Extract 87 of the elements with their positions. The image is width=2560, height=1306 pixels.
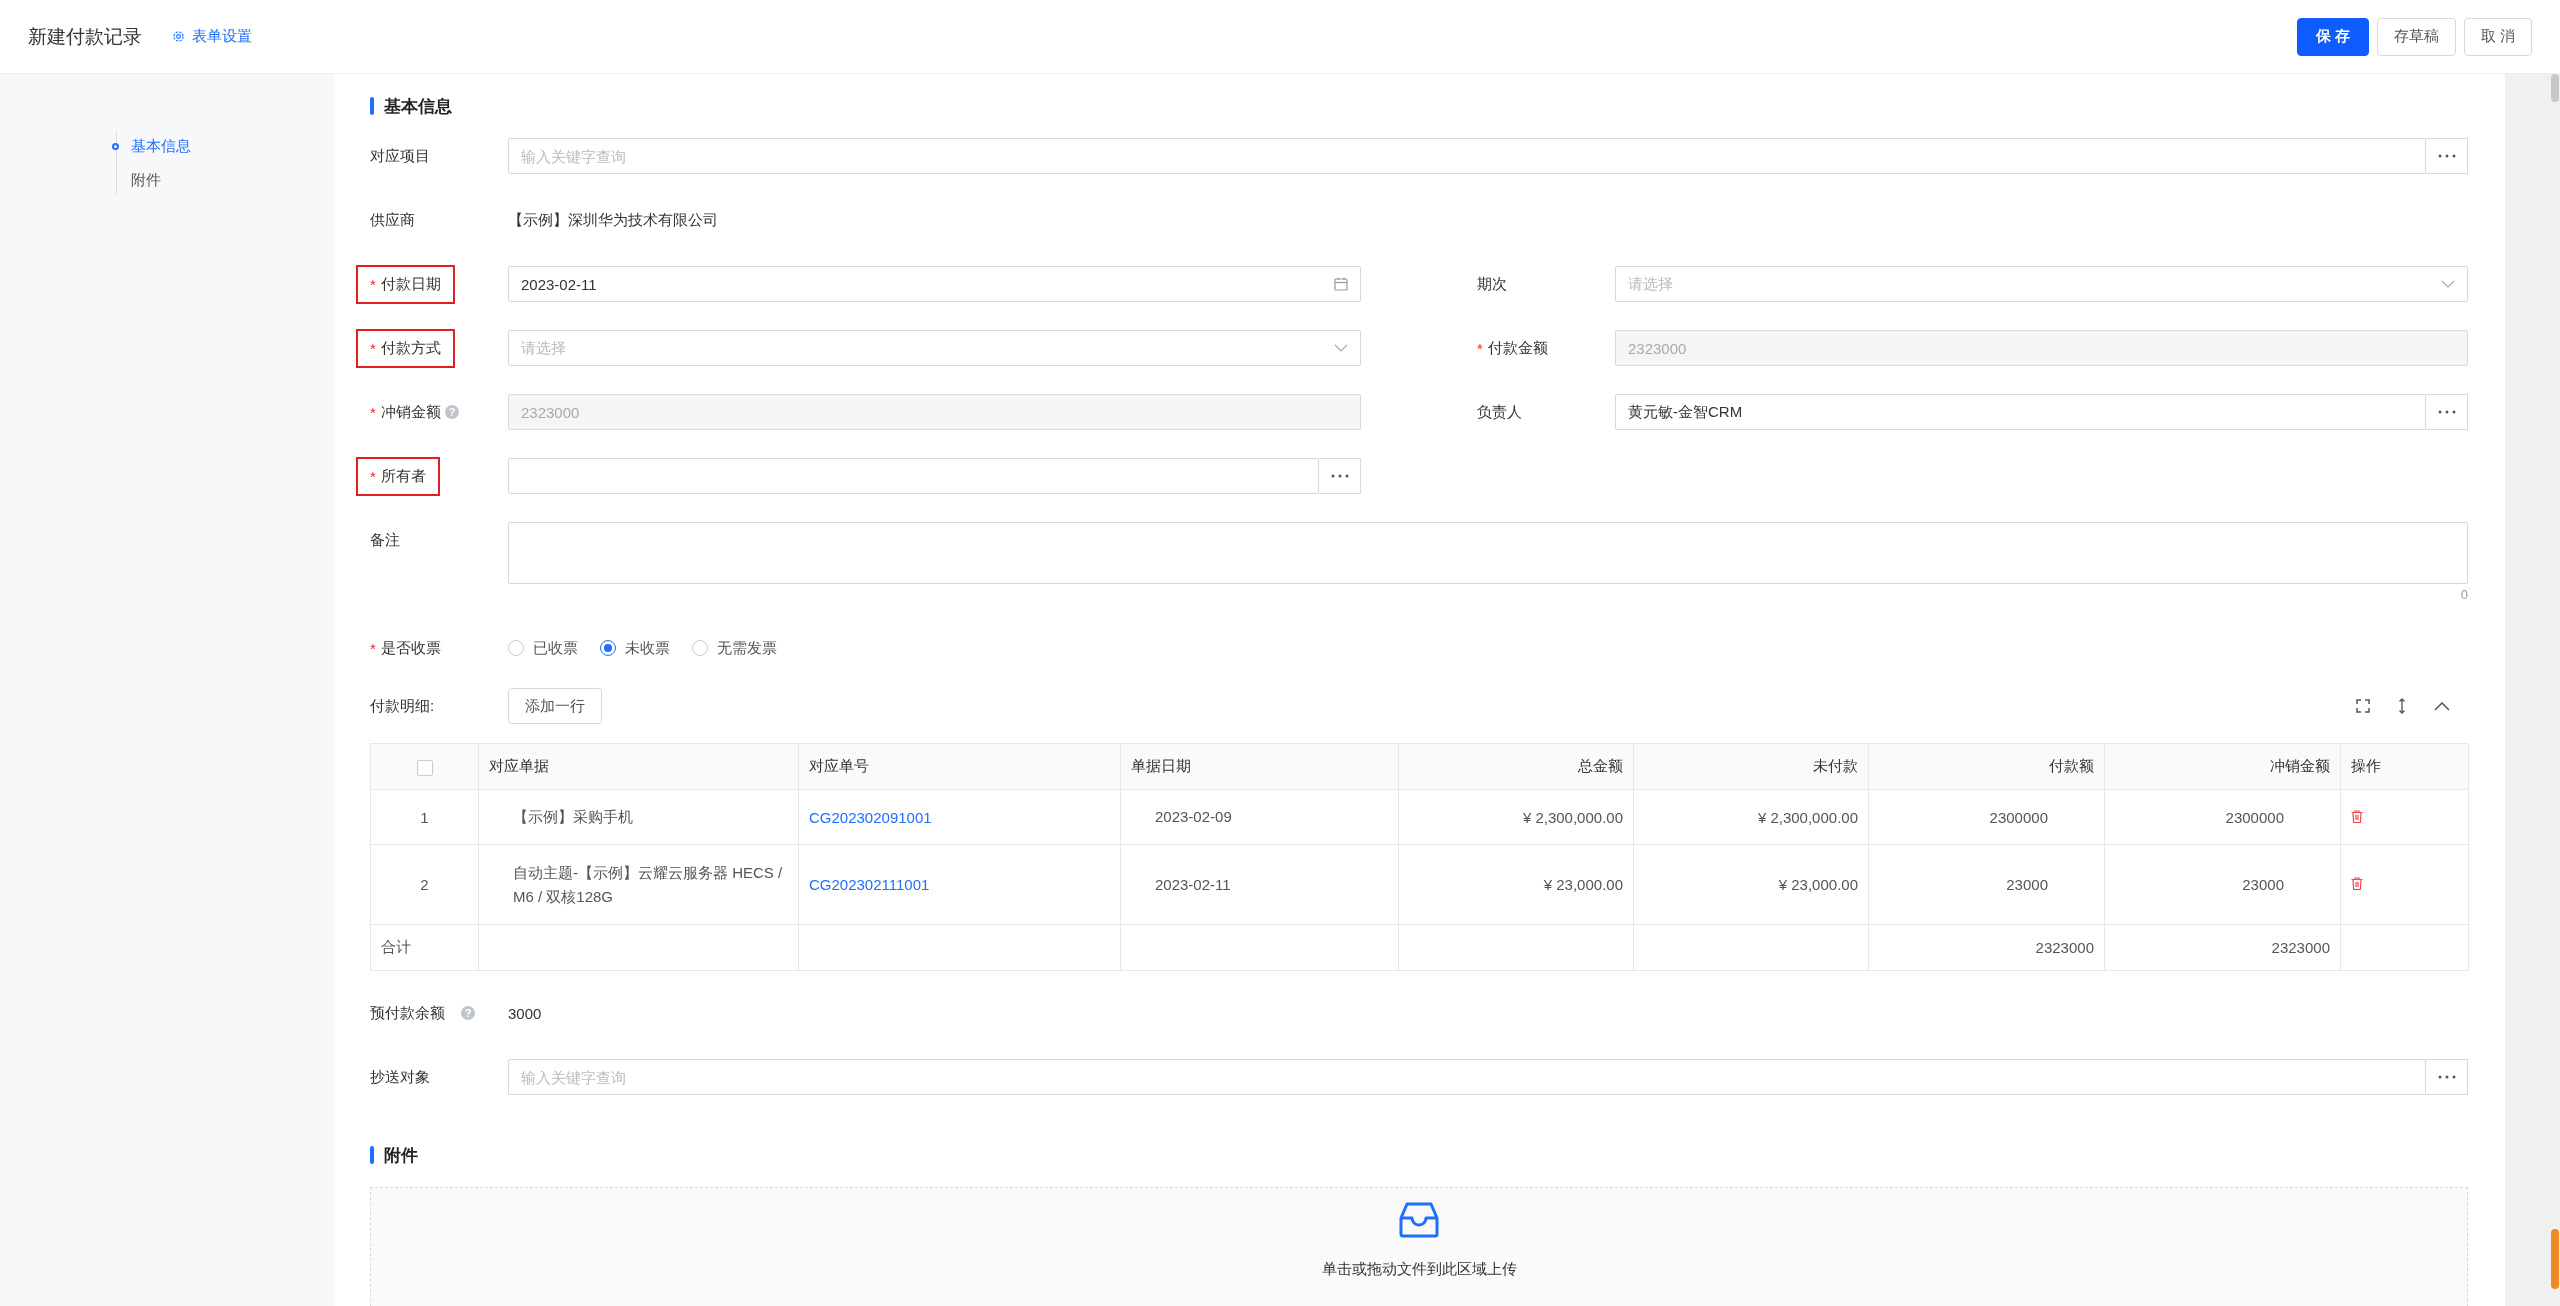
more-button[interactable] xyxy=(1319,458,1361,494)
help-icon: ? xyxy=(461,1006,476,1020)
column-header: 冲销金额 xyxy=(2270,757,2330,774)
summary-label: 合计 xyxy=(381,938,411,955)
document-date: 2023-02-11 xyxy=(1154,874,1231,895)
document-name: 【示例】采购手机 xyxy=(512,807,633,827)
column-header: 对应单据 xyxy=(489,757,549,774)
select-all-checkbox[interactable] xyxy=(416,759,433,776)
column-header: 单据日期 xyxy=(1131,757,1191,774)
page-title: 新建付款记录 xyxy=(28,24,142,49)
character-counter: 0 xyxy=(2460,587,2468,602)
calendar-icon xyxy=(1334,277,1348,291)
section-title: 基本信息 xyxy=(384,95,452,118)
column-header: 付款额 xyxy=(2049,757,2094,774)
search-field[interactable]: 输入关键字查询 xyxy=(508,1059,2426,1095)
field-label: 负责人 xyxy=(1477,402,1522,422)
more-button[interactable] xyxy=(2426,394,2468,430)
payment-amount: 2300000 xyxy=(1989,808,2048,826)
document-date: 2023-02-09 xyxy=(1154,807,1232,827)
trash-icon[interactable] xyxy=(2351,877,2363,890)
field-label: 抄送对象 xyxy=(370,1067,430,1087)
total-amount: ¥ 23,000.00 xyxy=(1543,876,1623,893)
chevron-up-icon[interactable] xyxy=(2434,701,2450,711)
form-settings-link[interactable]: 表单设置 xyxy=(172,27,252,46)
order-number-link[interactable]: CG202302111001 xyxy=(809,876,930,893)
prepaid-balance-value: 3000 xyxy=(508,1004,542,1022)
field-label: * 冲销金额 xyxy=(370,402,441,422)
field-label: 期次 xyxy=(1477,274,1507,294)
order-number-link[interactable]: CG202302091001 xyxy=(809,808,932,826)
more-icon xyxy=(2436,1075,2457,1079)
trash-icon[interactable] xyxy=(2351,809,2363,823)
scroll-indicator xyxy=(2551,1229,2559,1289)
more-icon xyxy=(2436,410,2457,414)
header-button[interactable]: 存草稿 xyxy=(2376,17,2456,56)
chevron-down-icon xyxy=(2441,280,2455,288)
unpaid-amount: ¥ 23,000.00 xyxy=(1778,876,1858,893)
payment-total: 2323000 xyxy=(2035,939,2094,956)
add-row-button[interactable]: 添加一行 xyxy=(508,688,602,724)
more-icon xyxy=(1329,474,1350,478)
field-label: * 所有者 xyxy=(356,456,440,496)
anchor-nav-item[interactable]: 附件 xyxy=(112,166,335,194)
field-label: 备注 xyxy=(370,530,400,550)
field-label: 供应商 xyxy=(370,210,415,230)
more-button[interactable] xyxy=(2426,138,2468,174)
inbox-icon xyxy=(1399,1202,1439,1238)
anchor-nav-item[interactable]: 基本信息 xyxy=(112,132,335,160)
column-header: 操作 xyxy=(2351,757,2381,774)
field-label: 对应项目 xyxy=(370,146,430,166)
picker-field[interactable]: 黄元敏-金智CRM xyxy=(1615,394,2426,430)
document-name: 自动主题-【示例】云耀云服务器 HECS / M6 / 双核128G xyxy=(512,862,784,907)
radio-option[interactable]: 无需发票 xyxy=(692,638,777,658)
picker-field[interactable] xyxy=(508,458,1319,494)
header-button[interactable]: 取 消 xyxy=(2463,17,2532,56)
table-label: 付款明细: xyxy=(370,696,436,716)
write-off-total: 2323000 xyxy=(2271,939,2330,956)
total-amount: ¥ 2,300,000.00 xyxy=(1522,808,1623,826)
more-icon xyxy=(2436,154,2457,158)
field-label: * 是否收票 xyxy=(370,638,441,658)
radio-option[interactable]: 已收票 xyxy=(508,638,578,658)
fullscreen-icon[interactable] xyxy=(2356,699,2370,713)
help-icon: ? xyxy=(445,405,459,419)
supplier-value: 【示例】深圳华为技术有限公司 xyxy=(508,209,719,230)
notes-field[interactable] xyxy=(508,522,2468,584)
column-header: 总金额 xyxy=(1578,757,1623,774)
settings-icon xyxy=(172,30,185,43)
header-button[interactable]: 保 存 xyxy=(2296,17,2369,56)
row-number: 2 xyxy=(420,876,429,893)
payment-amount: 23000 xyxy=(2006,876,2048,893)
field-label: * 付款日期 xyxy=(356,264,455,304)
scrollbar-thumb[interactable] xyxy=(2551,74,2559,102)
date-field[interactable]: 2023-02-11 xyxy=(508,266,1361,302)
search-field[interactable]: 输入关键字查询 xyxy=(508,138,2426,174)
chevron-down-icon xyxy=(1334,344,1348,352)
vertical-arrows-icon[interactable] xyxy=(2398,698,2406,714)
radio-option[interactable]: 未收票 xyxy=(600,638,670,658)
section-title: 附件 xyxy=(384,1144,418,1167)
column-header: 未付款 xyxy=(1813,757,1858,774)
write-off-amount: 2300000 xyxy=(2225,808,2284,826)
field-label: 预付款余额 xyxy=(370,1003,445,1023)
row-number: 1 xyxy=(420,808,429,826)
field-label: * 付款金额 xyxy=(1477,338,1548,358)
write-off-amount: 23000 xyxy=(2242,876,2284,893)
unpaid-amount: ¥ 2,300,000.00 xyxy=(1757,808,1858,826)
upload-area[interactable]: 单击或拖动文件到此区域上传 xyxy=(370,1187,2468,1306)
column-header: 对应单号 xyxy=(809,757,869,774)
field-label: * 付款方式 xyxy=(356,328,455,368)
more-button[interactable] xyxy=(2426,1059,2468,1095)
